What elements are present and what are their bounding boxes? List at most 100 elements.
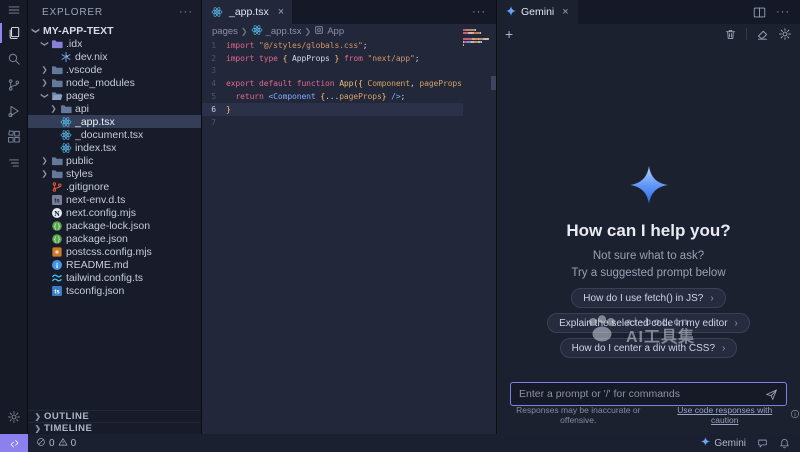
react-icon	[59, 142, 73, 154]
explorer-header: EXPLORER ···	[28, 0, 201, 24]
activity-item-extensions[interactable]	[0, 124, 27, 150]
editor-scrollbar[interactable]	[491, 76, 496, 90]
tree-item-public[interactable]: ❯public	[28, 154, 201, 167]
split-editor-icon[interactable]	[753, 6, 766, 19]
gear-icon[interactable]	[778, 27, 792, 41]
app-window: EXPLORER ··· ❯MY-APP-TEXT❯.idxdev.nix❯.v…	[0, 0, 800, 452]
activity-item-source-control[interactable]	[0, 72, 27, 98]
new-chat-button[interactable]: +	[505, 27, 513, 41]
editor-tabstrip: _app.tsx × ···	[202, 0, 496, 24]
tree-item-postcss-config-mjs[interactable]: postcss.config.mjs	[28, 245, 201, 258]
tree-item-label: public	[66, 155, 93, 167]
minimap[interactable]	[463, 28, 489, 148]
code-text: export default function App({ Component,…	[226, 79, 463, 88]
tree-item-next-env-d-ts[interactable]: tsnext-env.d.ts	[28, 193, 201, 206]
tree-item-label: _app.tsx	[75, 116, 115, 128]
code-line-5[interactable]: 5 return <Component {...pageProps} />;	[202, 90, 463, 103]
feedback-icon[interactable]	[757, 438, 768, 449]
code-editor[interactable]: 1import "@/styles/globals.css";2import t…	[202, 39, 463, 434]
tree-item-api[interactable]: ❯api	[28, 102, 201, 115]
npm-icon: {}	[50, 220, 64, 232]
line-number: 3	[202, 66, 226, 75]
tree-item-label: package.json	[66, 233, 128, 245]
tree-item-label: MY-APP-TEXT	[43, 25, 114, 37]
tree-item-tsconfig-json[interactable]: tstsconfig.json	[28, 284, 201, 297]
activity-bar	[0, 0, 28, 434]
panel-more-actions[interactable]: ···	[776, 6, 790, 18]
explorer-more-actions[interactable]: ···	[179, 6, 193, 18]
chevron-right-icon: ❯	[32, 413, 44, 421]
line-number: 7	[202, 118, 226, 127]
activity-item-menu[interactable]	[0, 0, 27, 20]
tree-item-readme-md[interactable]: iREADME.md	[28, 258, 201, 271]
tab-gemini[interactable]: Gemini ×	[497, 0, 578, 24]
activity-item-settings[interactable]	[0, 404, 27, 430]
code-text: }	[226, 105, 231, 114]
tab-app-tsx[interactable]: _app.tsx ×	[202, 0, 292, 24]
tree-item-package-lock-json[interactable]: {}package-lock.json	[28, 219, 201, 232]
remote-indicator[interactable]	[0, 434, 28, 452]
line-number: 6	[202, 105, 226, 114]
tree-item-next-config-mjs[interactable]: Nnext.config.mjs	[28, 206, 201, 219]
tree-item--vscode[interactable]: ❯.vscode	[28, 63, 201, 76]
breadcrumb-item[interactable]: App	[314, 25, 344, 38]
code-text: import type { AppProps } from "next/app"…	[226, 54, 419, 63]
activity-item-explorer[interactable]	[0, 20, 27, 46]
eraser-icon[interactable]	[756, 28, 769, 41]
ts-icon: ts	[50, 285, 64, 297]
svg-text:ts: ts	[54, 289, 60, 295]
tree-item-label: next-env.d.ts	[66, 194, 125, 206]
editor-more-actions[interactable]: ···	[472, 0, 496, 24]
code-line-3[interactable]: 3	[202, 65, 463, 78]
tree-item--idx[interactable]: ❯.idx	[28, 37, 201, 50]
code-line-1[interactable]: 1import "@/styles/globals.css";	[202, 39, 463, 52]
symbol-icon	[314, 25, 324, 38]
close-icon[interactable]: ×	[278, 6, 284, 18]
chevron-down-icon: ❯	[41, 38, 49, 49]
suggested-prompt-button[interactable]: Explain the selected code in my editor›	[547, 313, 750, 333]
bell-icon[interactable]	[779, 438, 790, 449]
tree-item-label: styles	[66, 168, 93, 180]
code-line-6[interactable]: 6}	[202, 103, 463, 116]
tree-item-tailwind-config-ts[interactable]: tailwind.config.ts	[28, 271, 201, 284]
menu-icon	[7, 3, 21, 17]
suggested-prompt-button[interactable]: How do I center a div with CSS?›	[560, 338, 738, 358]
tree-item-index-tsx[interactable]: index.tsx	[28, 141, 201, 154]
code-line-7[interactable]: 7	[202, 116, 463, 129]
tree-item-package-json[interactable]: {}package.json	[28, 232, 201, 245]
problems-status[interactable]: 0 0	[36, 437, 76, 450]
tree-item-label: pages	[66, 90, 95, 102]
activity-item-ports[interactable]	[0, 150, 27, 176]
suggested-prompt-button[interactable]: How do I use fetch() in JS?›	[571, 288, 725, 308]
readme-icon: i	[50, 259, 64, 271]
activity-item-run-debug[interactable]	[0, 98, 27, 124]
tree-item-my-app-text[interactable]: ❯MY-APP-TEXT	[28, 24, 201, 37]
section-outline[interactable]: ❯OUTLINE	[28, 410, 201, 422]
chevron-down-icon: ❯	[41, 90, 49, 101]
tree-item--app-tsx[interactable]: _app.tsx	[28, 115, 201, 128]
tree-item-styles[interactable]: ❯styles	[28, 167, 201, 180]
section-timeline[interactable]: ❯TIMELINE	[28, 422, 201, 434]
activity-item-search[interactable]	[0, 46, 27, 72]
breadcrumb-item[interactable]: pages	[212, 26, 238, 37]
tree-item-node-modules[interactable]: ❯node_modules	[28, 76, 201, 89]
code-line-4[interactable]: 4export default function App({ Component…	[202, 77, 463, 90]
prompt-input[interactable]	[519, 388, 765, 400]
tree-item-pages[interactable]: ❯ pages	[28, 89, 201, 102]
tree-item-dev-nix[interactable]: dev.nix	[28, 50, 201, 63]
code-text: return <Component {...pageProps} />;	[226, 92, 405, 101]
prompt-input-box	[510, 382, 787, 406]
gemini-logo-icon	[630, 166, 668, 209]
breadcrumb-item[interactable]: _app.tsx	[251, 24, 302, 39]
trash-icon[interactable]	[724, 28, 737, 41]
tree-item-label: .gitignore	[66, 181, 109, 193]
tree-item--gitignore[interactable]: .gitignore	[28, 180, 201, 193]
gemini-status[interactable]: Gemini	[701, 437, 746, 449]
send-icon[interactable]	[765, 388, 778, 401]
close-icon[interactable]: ×	[562, 6, 568, 18]
folder-open-icon	[50, 90, 64, 102]
tree-item--document-tsx[interactable]: _document.tsx	[28, 128, 201, 141]
code-line-2[interactable]: 2import type { AppProps } from "next/app…	[202, 52, 463, 65]
caution-link[interactable]: Use code responses with caution	[663, 405, 787, 425]
chevron-right-icon: ›	[710, 293, 713, 304]
